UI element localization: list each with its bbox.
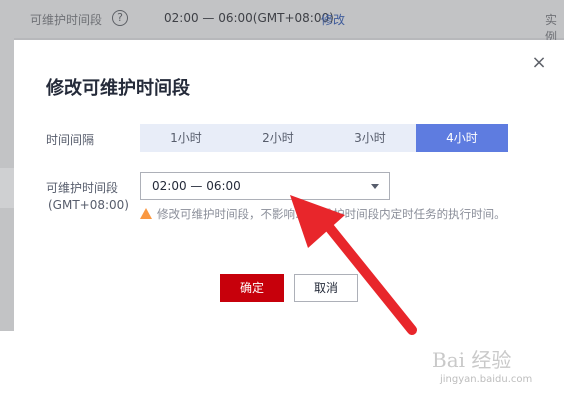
watermark: Bai 经验 jingyan.baidu.com [432, 344, 532, 385]
watermark-logo: Bai 经验 [432, 348, 512, 372]
watermark-site: jingyan.baidu.com [440, 374, 533, 385]
arrow-shaft [320, 217, 417, 335]
annotation-arrow [290, 195, 417, 335]
